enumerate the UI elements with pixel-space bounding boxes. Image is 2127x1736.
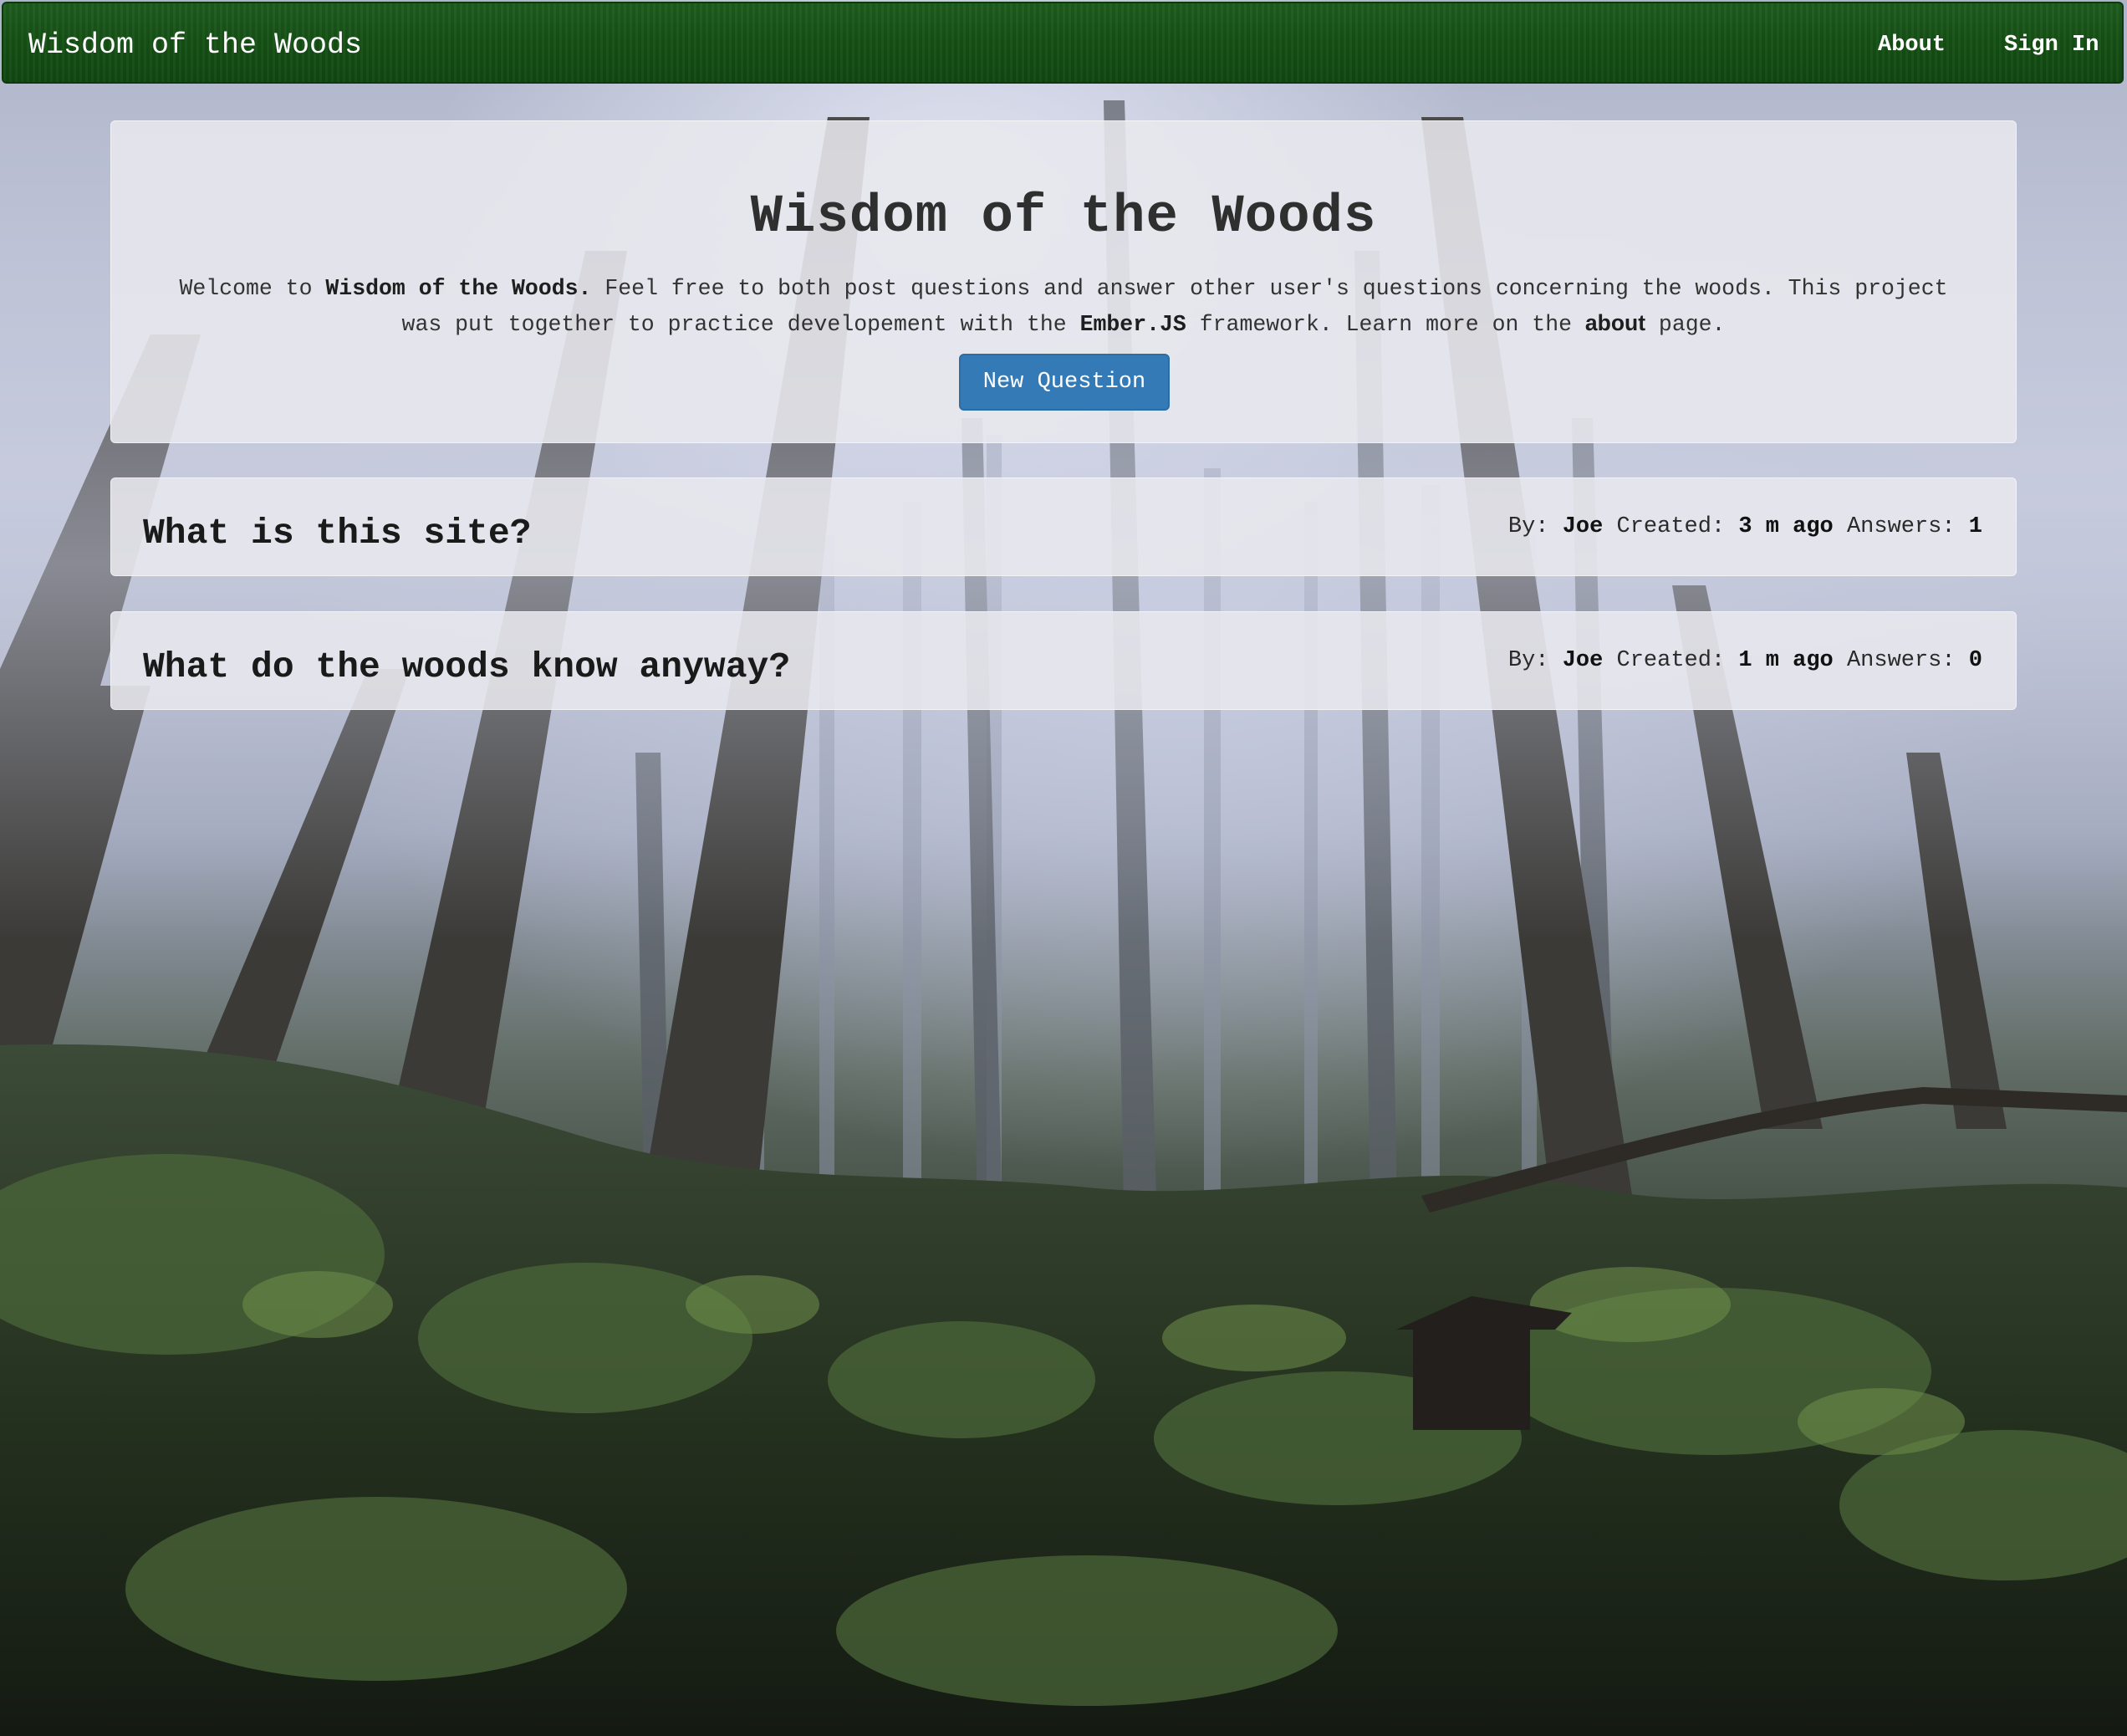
by-label: By: [1507, 514, 1549, 539]
question-created: 1 m ago [1738, 648, 1834, 673]
created-label: Created: [1616, 648, 1726, 673]
answers-label: Answers: [1846, 648, 1956, 673]
question-title[interactable]: What do the woods know anyway? [143, 649, 790, 685]
question-author: Joe [1562, 648, 1604, 673]
question-answer-count: 0 [1968, 648, 1982, 673]
site-name: Wisdom of the Woods. [325, 276, 592, 301]
welcome-panel: Wisdom of the Woods Welcome to Wisdom of… [110, 120, 2017, 443]
welcome-text-part: Welcome to [179, 276, 326, 301]
question-meta: By: Joe Created: 3 m ago Answers: 1 [1508, 516, 1982, 539]
nav-about-link[interactable]: About [1878, 3, 1946, 87]
question-answer-count: 1 [1968, 514, 1982, 539]
answers-label: Answers: [1846, 514, 1956, 539]
welcome-text-part: framework. Learn more on the [1186, 312, 1585, 337]
about-page-link[interactable]: about [1585, 310, 1645, 335]
question-card[interactable]: What do the woods know anyway? By: Joe C… [110, 611, 2017, 710]
nav-sign-in-link[interactable]: Sign In [2004, 3, 2099, 87]
by-label: By: [1507, 648, 1549, 673]
brand-link[interactable]: Wisdom of the Woods [28, 3, 362, 87]
top-navbar: Wisdom of the Woods About Sign In [2, 2, 2124, 84]
new-question-button[interactable]: New Question [959, 354, 1170, 411]
framework-name: Ember.JS [1079, 312, 1186, 337]
welcome-text: Welcome to Wisdom of the Woods. Feel fre… [170, 272, 1957, 342]
question-author: Joe [1562, 514, 1604, 539]
page-title: Wisdom of the Woods [750, 187, 1377, 248]
question-title[interactable]: What is this site? [143, 515, 531, 551]
created-label: Created: [1616, 514, 1726, 539]
question-meta: By: Joe Created: 1 m ago Answers: 0 [1508, 650, 1982, 672]
welcome-text-part: page. [1645, 312, 1726, 337]
question-created: 3 m ago [1738, 514, 1834, 539]
question-card[interactable]: What is this site? By: Joe Created: 3 m … [110, 477, 2017, 576]
